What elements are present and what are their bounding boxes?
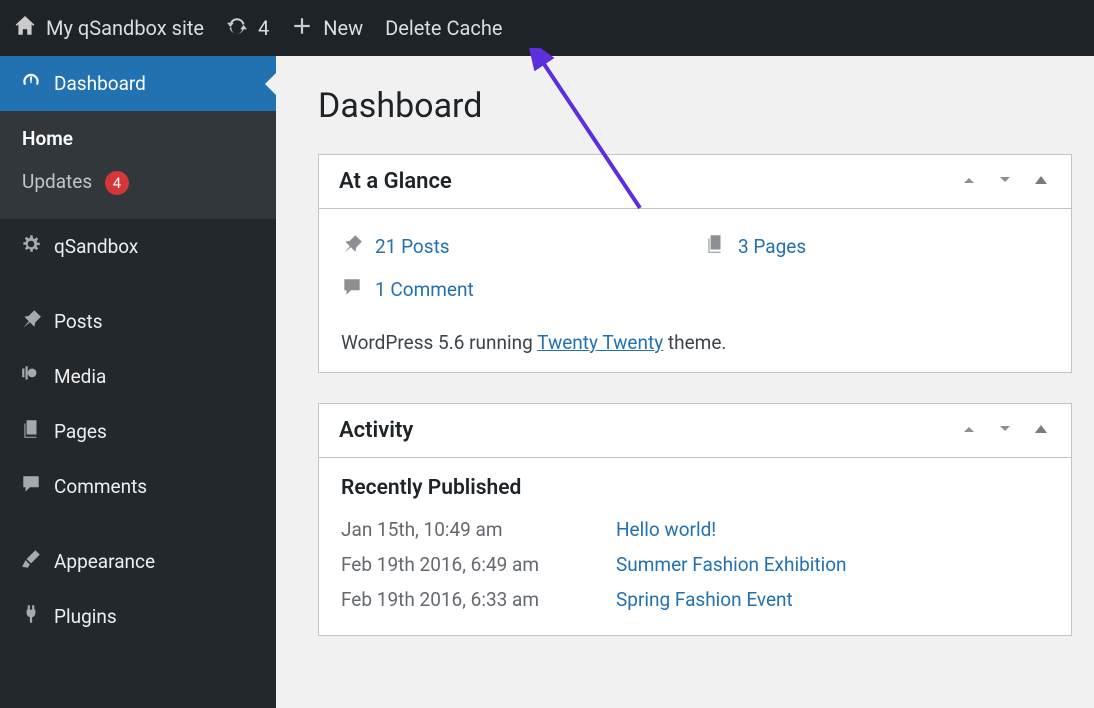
activity-date: Feb 19th 2016, 6:33 am <box>341 588 576 611</box>
main-content: Dashboard At a Glance 21 Posts <box>276 56 1094 708</box>
updates-badge: 4 <box>105 171 129 195</box>
submenu-updates-label: Updates <box>22 170 92 193</box>
gear-icon <box>20 233 42 260</box>
glance-posts-link[interactable]: 21 Posts <box>375 235 450 258</box>
nav-qsandbox[interactable]: qSandbox <box>0 219 276 274</box>
glance-pages[interactable]: 3 Pages <box>704 227 1049 266</box>
home-icon <box>14 15 36 42</box>
new-link[interactable]: New <box>291 15 363 42</box>
admin-toolbar: My qSandbox site 4 New Delete Cache <box>0 0 1094 56</box>
refresh-icon <box>226 15 248 42</box>
panel-activity: Activity Recently Published Jan 15th, 10… <box>318 403 1072 636</box>
site-name: My qSandbox site <box>46 16 204 40</box>
nav-label: Dashboard <box>54 72 146 95</box>
nav-comments[interactable]: Comments <box>0 459 276 514</box>
nav-label: Media <box>54 365 106 388</box>
pages-icon <box>20 418 42 445</box>
panel-at-a-glance: At a Glance 21 Posts <box>318 154 1072 373</box>
activity-row: Feb 19th 2016, 6:33 am Spring Fashion Ev… <box>341 582 1049 617</box>
wp-info: WordPress 5.6 running Twenty Twenty them… <box>341 331 1049 354</box>
plug-icon <box>20 603 42 630</box>
glance-comments-link[interactable]: 1 Comment <box>375 278 474 301</box>
activity-date: Feb 19th 2016, 6:49 am <box>341 553 576 576</box>
panel-up-icon[interactable] <box>959 419 979 443</box>
nav-posts[interactable]: Posts <box>0 294 276 349</box>
panel-header: At a Glance <box>319 155 1071 209</box>
activity-link[interactable]: Hello world! <box>616 518 716 541</box>
nav-label: Comments <box>54 475 147 498</box>
nav-appearance[interactable]: Appearance <box>0 534 276 589</box>
nav-label: Appearance <box>54 550 155 573</box>
admin-sidebar: Dashboard Home Updates 4 qSandbox Posts … <box>0 56 276 708</box>
panel-up-icon[interactable] <box>959 170 979 194</box>
panel-down-icon[interactable] <box>995 170 1015 194</box>
pages-icon <box>704 233 726 260</box>
panel-toggle-icon[interactable] <box>1031 419 1051 443</box>
pin-icon <box>341 233 363 260</box>
nav-label: Plugins <box>54 605 117 628</box>
panel-title: At a Glance <box>339 169 452 194</box>
activity-row: Feb 19th 2016, 6:49 am Summer Fashion Ex… <box>341 547 1049 582</box>
panel-controls <box>959 419 1051 443</box>
panel-controls <box>959 170 1051 194</box>
glance-pages-link[interactable]: 3 Pages <box>738 235 806 258</box>
media-icon <box>20 363 42 390</box>
panel-down-icon[interactable] <box>995 419 1015 443</box>
new-label: New <box>323 16 363 40</box>
nav-dashboard[interactable]: Dashboard <box>0 56 276 111</box>
wp-info-text-2: theme. <box>663 331 726 354</box>
page-title: Dashboard <box>318 86 1072 126</box>
activity-link[interactable]: Summer Fashion Exhibition <box>616 553 847 576</box>
dashboard-icon <box>20 70 42 97</box>
delete-cache-link[interactable]: Delete Cache <box>385 16 502 40</box>
theme-link[interactable]: Twenty Twenty <box>537 331 663 354</box>
submenu-updates[interactable]: Updates 4 <box>0 160 276 205</box>
nav-media[interactable]: Media <box>0 349 276 404</box>
panel-header: Activity <box>319 404 1071 458</box>
pin-icon <box>20 308 42 335</box>
panel-toggle-icon[interactable] <box>1031 170 1051 194</box>
nav-label: qSandbox <box>54 235 138 258</box>
glance-comments[interactable]: 1 Comment <box>341 270 686 309</box>
panel-title: Activity <box>339 418 413 443</box>
activity-link[interactable]: Spring Fashion Event <box>616 588 793 611</box>
delete-cache-label: Delete Cache <box>385 16 502 40</box>
site-link[interactable]: My qSandbox site <box>14 15 204 42</box>
activity-subtitle: Recently Published <box>341 476 1049 512</box>
nav-label: Posts <box>54 310 103 333</box>
updates-link[interactable]: 4 <box>226 15 269 42</box>
nav-label: Pages <box>54 420 107 443</box>
activity-date: Jan 15th, 10:49 am <box>341 518 576 541</box>
comments-icon <box>20 473 42 500</box>
wp-info-text: WordPress 5.6 running <box>341 331 537 354</box>
brush-icon <box>20 548 42 575</box>
nav-plugins[interactable]: Plugins <box>0 589 276 644</box>
updates-count: 4 <box>258 16 269 40</box>
dashboard-submenu: Home Updates 4 <box>0 111 276 219</box>
nav-pages[interactable]: Pages <box>0 404 276 459</box>
submenu-home[interactable]: Home <box>0 117 276 160</box>
glance-posts[interactable]: 21 Posts <box>341 227 686 266</box>
plus-icon <box>291 15 313 42</box>
comments-icon <box>341 276 363 303</box>
activity-row: Jan 15th, 10:49 am Hello world! <box>341 512 1049 547</box>
